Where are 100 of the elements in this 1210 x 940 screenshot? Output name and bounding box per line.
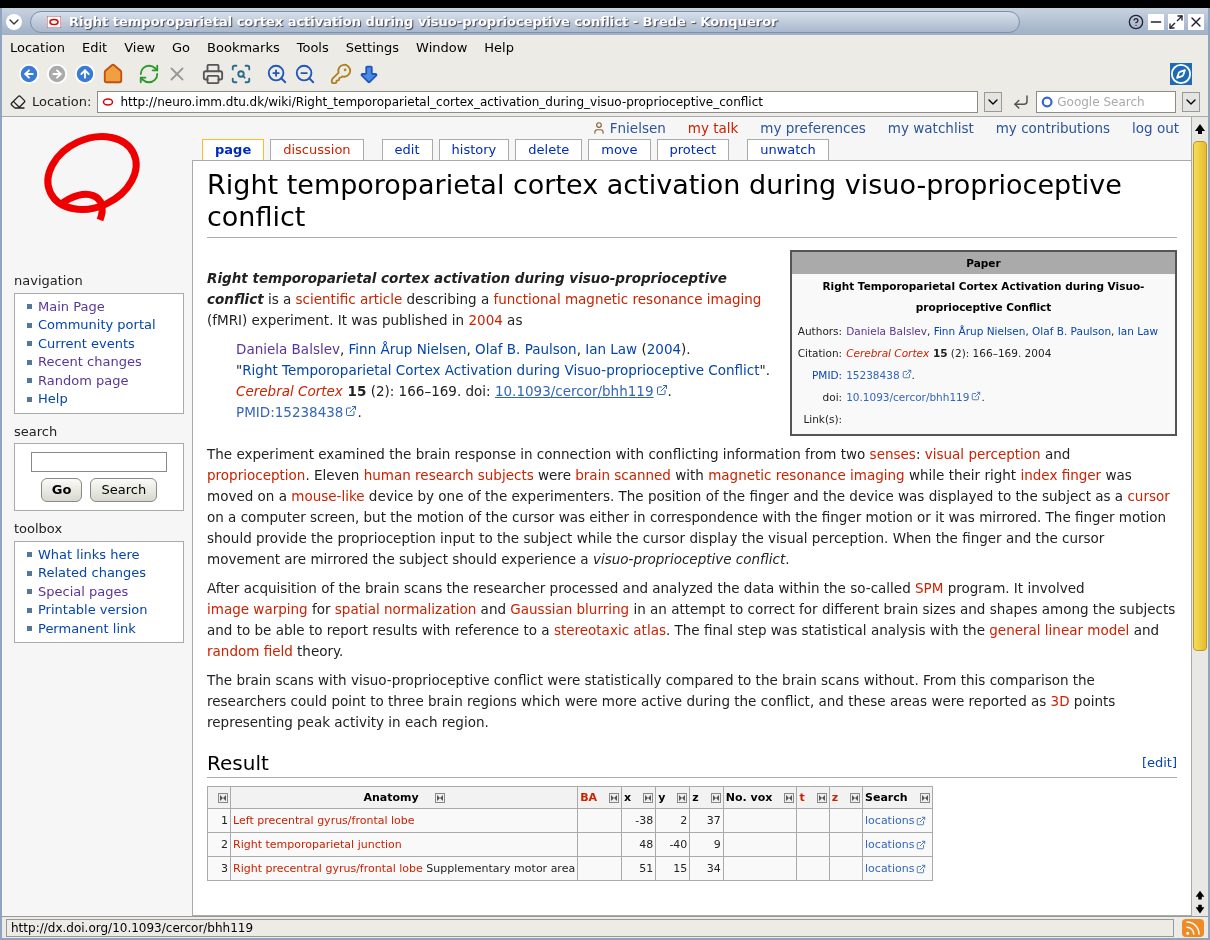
sort-icon[interactable] xyxy=(816,792,827,803)
page-tab[interactable]: delete xyxy=(515,139,583,160)
scroll-thumb[interactable] xyxy=(1193,141,1207,651)
text-link[interactable]: 15238438 xyxy=(846,369,912,381)
text-link[interactable]: Ian Law xyxy=(1117,325,1159,337)
zoom-in-icon[interactable] xyxy=(266,63,288,85)
text-link[interactable]: spatial normalization xyxy=(334,601,477,617)
sidebar-link[interactable]: Main Page xyxy=(38,297,105,316)
page-tab[interactable]: move xyxy=(588,139,651,160)
text-link[interactable]: human research subjects xyxy=(363,467,534,483)
window-menu-icon[interactable] xyxy=(6,13,22,30)
text-link[interactable]: proprioception xyxy=(207,467,306,483)
text-link[interactable]: functional magnetic resonance imaging xyxy=(493,291,762,307)
text-link[interactable]: Cerebral Cortex xyxy=(236,383,343,399)
page-tab[interactable]: edit xyxy=(381,139,433,160)
text-link[interactable]: Cerebral Cortex xyxy=(846,347,930,359)
maximize-icon[interactable] xyxy=(1168,13,1184,30)
sidebar-link[interactable]: Help xyxy=(38,390,68,409)
user-link[interactable]: my talk xyxy=(687,117,739,139)
text-link[interactable]: Daniela Balslev xyxy=(236,341,340,357)
sort-icon[interactable] xyxy=(218,792,228,803)
text-link[interactable]: 2004 xyxy=(468,312,503,328)
preview-icon[interactable] xyxy=(230,63,252,85)
sidebar-link[interactable]: Community portal xyxy=(38,316,156,335)
text-link[interactable]: Olaf B. Paulson xyxy=(475,341,577,357)
user-link[interactable]: my watchlist xyxy=(887,117,974,139)
sort-icon[interactable] xyxy=(609,792,620,803)
menu-item[interactable]: Settings xyxy=(345,37,400,58)
back-icon[interactable] xyxy=(18,63,40,85)
text-link[interactable]: brain scanned xyxy=(575,467,671,483)
sidebar-link[interactable]: Recent changes xyxy=(38,353,142,372)
text-link[interactable]: Ian Law xyxy=(585,341,638,357)
search-engine-field[interactable]: Google Search xyxy=(1036,91,1176,113)
menu-item[interactable]: Tools xyxy=(296,37,329,58)
text-link[interactable]: 10.1093/cercor/bhh119 xyxy=(494,383,668,399)
close-icon[interactable] xyxy=(1188,13,1204,30)
text-link[interactable]: scientific article xyxy=(295,291,403,307)
text-link[interactable]: PMID:15238438 xyxy=(236,404,358,420)
text-link[interactable]: Daniela Balslev xyxy=(846,325,927,337)
sidebar-link[interactable]: Current events xyxy=(38,334,135,353)
sidebar-link[interactable]: Special pages xyxy=(38,582,129,601)
text-link[interactable]: image warping xyxy=(207,601,308,617)
text-link[interactable]: 3D xyxy=(1050,693,1070,709)
sort-icon[interactable] xyxy=(643,792,654,803)
text-link[interactable]: magnetic resonance imaging xyxy=(708,467,905,483)
search-button[interactable]: Go xyxy=(40,478,83,502)
user-link[interactable]: log out xyxy=(1132,117,1179,139)
dropdown-icon[interactable] xyxy=(1182,92,1200,112)
help-icon[interactable] xyxy=(1128,13,1144,30)
sort-icon[interactable] xyxy=(850,792,861,803)
text-link[interactable]: cursor xyxy=(1127,488,1170,504)
up-icon[interactable] xyxy=(74,63,96,85)
text-link[interactable]: Gaussian blurring xyxy=(510,601,630,617)
menu-item[interactable]: View xyxy=(124,37,156,58)
page-tab[interactable]: page xyxy=(202,139,265,160)
text-link[interactable]: stereotaxic atlas xyxy=(553,622,666,638)
key-icon[interactable] xyxy=(330,63,352,85)
page-tab[interactable]: protect xyxy=(656,139,730,160)
scrollbar[interactable] xyxy=(1191,117,1208,916)
text-link[interactable]: index finger xyxy=(1020,467,1102,483)
print-icon[interactable] xyxy=(202,63,224,85)
home-icon[interactable] xyxy=(102,63,124,85)
go-icon[interactable] xyxy=(1012,92,1030,112)
text-link[interactable]: Right Temporoparietal Cortex Activation during Visuo-proprioceptive Conflict xyxy=(242,362,760,378)
sort-icon[interactable] xyxy=(784,792,795,803)
page-tab[interactable]: discussion xyxy=(270,139,364,160)
sidebar-link[interactable]: Permanent link xyxy=(38,619,136,638)
text-link[interactable]: Finn Årup Nielsen xyxy=(348,341,467,357)
page-tab[interactable]: unwatch xyxy=(747,139,829,160)
menu-item[interactable]: Window xyxy=(416,37,468,58)
sidebar-link[interactable]: Related changes xyxy=(38,564,147,583)
clear-location-icon[interactable] xyxy=(10,94,26,110)
reload-icon[interactable] xyxy=(138,63,160,85)
text-link[interactable]: mouse-like xyxy=(291,488,365,504)
text-link[interactable]: 2004 xyxy=(646,341,682,357)
minimize-icon[interactable] xyxy=(1148,13,1164,30)
zoom-out-icon[interactable] xyxy=(294,63,316,85)
menu-item[interactable]: Edit xyxy=(82,37,108,58)
download-icon[interactable] xyxy=(358,63,380,85)
sort-icon[interactable] xyxy=(434,792,445,803)
menu-item[interactable]: Location xyxy=(10,37,65,58)
text-link[interactable]: SPM xyxy=(915,580,944,596)
text-link[interactable]: random field xyxy=(207,643,293,659)
menu-item[interactable]: Bookmarks xyxy=(207,37,280,58)
text-link[interactable]: Right temporoparietal junction xyxy=(233,838,402,851)
text-link[interactable]: visual perception xyxy=(924,446,1041,462)
user-link[interactable]: my contributions xyxy=(995,117,1110,139)
sidebar-link[interactable]: Random page xyxy=(38,371,129,390)
sidebar-link[interactable]: What links here xyxy=(38,545,140,564)
menu-item[interactable]: Help xyxy=(484,37,514,58)
user-link[interactable]: my preferences xyxy=(760,117,866,139)
search-button[interactable]: Search xyxy=(90,478,158,502)
dropdown-icon[interactable] xyxy=(984,92,1002,112)
text-link[interactable]: Left precentral gyrus/frontal lobe xyxy=(233,814,415,827)
text-link[interactable]: 10.1093/cercor/bhh119 xyxy=(846,391,982,403)
page-tab[interactable]: history xyxy=(438,139,510,160)
menu-item[interactable]: Go xyxy=(172,37,191,58)
text-link[interactable]: Right precentral gyrus/frontal lobe xyxy=(233,862,423,875)
url-field[interactable]: http://neuro.imm.dtu.dk/wiki/Right_temporoparietal_cortex_activation_during_visuo-proprioceptive_conflict xyxy=(97,91,978,113)
user-link[interactable]: Fnielsen xyxy=(591,117,666,139)
